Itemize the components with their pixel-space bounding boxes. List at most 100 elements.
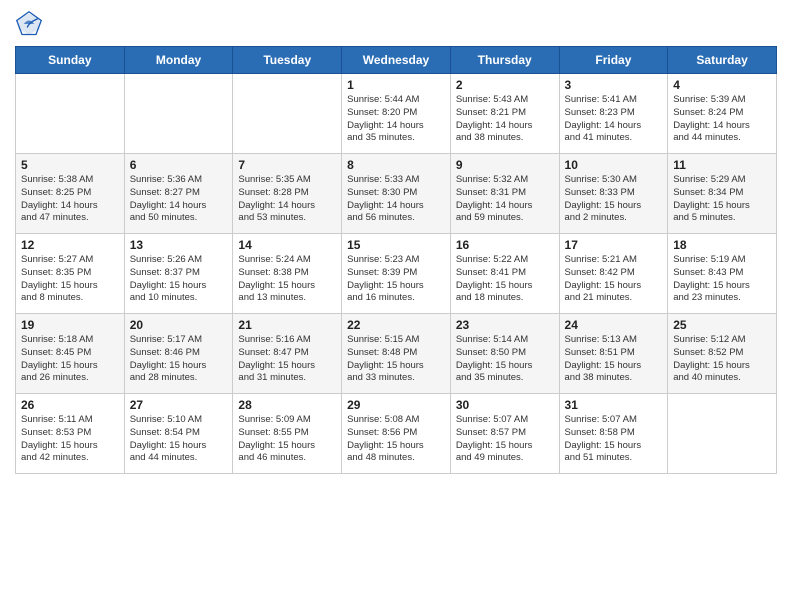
day-info: Sunrise: 5:08 AM Sunset: 8:56 PM Dayligh… — [347, 414, 445, 465]
day-number: 7 — [238, 158, 336, 172]
week-row-2: 5Sunrise: 5:38 AM Sunset: 8:25 PM Daylig… — [16, 154, 777, 234]
day-info: Sunrise: 5:13 AM Sunset: 8:51 PM Dayligh… — [565, 334, 663, 385]
day-number: 21 — [238, 318, 336, 332]
day-info: Sunrise: 5:11 AM Sunset: 8:53 PM Dayligh… — [21, 414, 119, 465]
calendar-cell: 8Sunrise: 5:33 AM Sunset: 8:30 PM Daylig… — [342, 154, 451, 234]
day-info: Sunrise: 5:30 AM Sunset: 8:33 PM Dayligh… — [565, 174, 663, 225]
calendar-cell: 6 Sunrise: 5:36 AM Sunset: 8:27 PM Daylig… — [124, 154, 233, 234]
day-number: 5 — [21, 158, 119, 172]
day-number: 26 — [21, 398, 119, 412]
calendar-cell: 31 Sunrise: 5:07 AM Sunset: 8:58 PM Dayli… — [559, 394, 668, 474]
day-number: 31 — [565, 398, 663, 412]
day-info: Sunrise: 5:36 AM Sunset: 8:27 PM Dayligh… — [130, 174, 228, 225]
calendar-cell: 22 Sunrise: 5:15 AM Sunset: 8:48 PM Dayli… — [342, 314, 451, 394]
day-number: 12 — [21, 238, 119, 252]
day-info: Sunrise: 5:09 AM Sunset: 8:55 PM Dayligh… — [238, 414, 336, 465]
day-info: Sunrise: 5:39 AM Sunset: 8:24 PM Dayligh… — [673, 94, 771, 145]
day-number: 20 — [130, 318, 228, 332]
day-info: Sunrise: 5:19 AM Sunset: 8:43 PM Dayligh… — [673, 254, 771, 305]
day-number: 23 — [456, 318, 554, 332]
day-number: 4 — [673, 78, 771, 92]
day-info: Sunrise: 5:35 AM Sunset: 8:28 PM Dayligh… — [238, 174, 336, 225]
calendar-cell: 9 Sunrise: 5:32 AM Sunset: 8:31 PM Daylig… — [450, 154, 559, 234]
day-number: 3 — [565, 78, 663, 92]
day-info: Sunrise: 5:41 AM Sunset: 8:23 PM Dayligh… — [565, 94, 663, 145]
day-number: 25 — [673, 318, 771, 332]
day-info: Sunrise: 5:07 AM Sunset: 8:57 PM Dayligh… — [456, 414, 554, 465]
calendar-cell: 10 Sunrise: 5:30 AM Sunset: 8:33 PM Dayli… — [559, 154, 668, 234]
calendar-cell: 24 Sunrise: 5:13 AM Sunset: 8:51 PM Dayli… — [559, 314, 668, 394]
calendar-cell: 28 Sunrise: 5:09 AM Sunset: 8:55 PM Dayli… — [233, 394, 342, 474]
day-info: Sunrise: 5:18 AM Sunset: 8:45 PM Dayligh… — [21, 334, 119, 385]
calendar-cell: 5Sunrise: 5:38 AM Sunset: 8:25 PM Daylig… — [16, 154, 125, 234]
day-number: 27 — [130, 398, 228, 412]
day-info: Sunrise: 5:07 AM Sunset: 8:58 PM Dayligh… — [565, 414, 663, 465]
calendar-cell — [16, 74, 125, 154]
day-info: Sunrise: 5:15 AM Sunset: 8:48 PM Dayligh… — [347, 334, 445, 385]
weekday-header-thursday: Thursday — [450, 47, 559, 74]
day-number: 10 — [565, 158, 663, 172]
calendar-cell: 29 Sunrise: 5:08 AM Sunset: 8:56 PM Dayli… — [342, 394, 451, 474]
page: SundayMondayTuesdayWednesdayThursdayFrid… — [0, 0, 792, 612]
calendar-cell: 3 Sunrise: 5:41 AM Sunset: 8:23 PM Daylig… — [559, 74, 668, 154]
day-info: Sunrise: 5:29 AM Sunset: 8:34 PM Dayligh… — [673, 174, 771, 225]
day-info: Sunrise: 5:23 AM Sunset: 8:39 PM Dayligh… — [347, 254, 445, 305]
calendar-cell: 4 Sunrise: 5:39 AM Sunset: 8:24 PM Daylig… — [668, 74, 777, 154]
weekday-header-friday: Friday — [559, 47, 668, 74]
logo-icon — [15, 10, 43, 38]
day-info: Sunrise: 5:14 AM Sunset: 8:50 PM Dayligh… — [456, 334, 554, 385]
calendar-cell: 19 Sunrise: 5:18 AM Sunset: 8:45 PM Dayli… — [16, 314, 125, 394]
calendar-cell — [124, 74, 233, 154]
weekday-header-sunday: Sunday — [16, 47, 125, 74]
weekday-header-tuesday: Tuesday — [233, 47, 342, 74]
calendar-cell — [668, 394, 777, 474]
day-number: 6 — [130, 158, 228, 172]
day-number: 13 — [130, 238, 228, 252]
day-number: 9 — [456, 158, 554, 172]
calendar-cell: 1 Sunrise: 5:44 AM Sunset: 8:20 PM Daylig… — [342, 74, 451, 154]
day-info: Sunrise: 5:43 AM Sunset: 8:21 PM Dayligh… — [456, 94, 554, 145]
day-number: 29 — [347, 398, 445, 412]
calendar-cell: 11Sunrise: 5:29 AM Sunset: 8:34 PM Dayli… — [668, 154, 777, 234]
calendar-cell — [233, 74, 342, 154]
day-info: Sunrise: 5:32 AM Sunset: 8:31 PM Dayligh… — [456, 174, 554, 225]
logo — [15, 10, 47, 38]
calendar-cell: 7 Sunrise: 5:35 AM Sunset: 8:28 PM Daylig… — [233, 154, 342, 234]
calendar-cell: 14 Sunrise: 5:24 AM Sunset: 8:38 PM Dayli… — [233, 234, 342, 314]
weekday-header-saturday: Saturday — [668, 47, 777, 74]
day-info: Sunrise: 5:24 AM Sunset: 8:38 PM Dayligh… — [238, 254, 336, 305]
calendar-cell: 25 Sunrise: 5:12 AM Sunset: 8:52 PM Dayli… — [668, 314, 777, 394]
day-number: 8 — [347, 158, 445, 172]
day-number: 15 — [347, 238, 445, 252]
day-info: Sunrise: 5:21 AM Sunset: 8:42 PM Dayligh… — [565, 254, 663, 305]
calendar-cell: 12Sunrise: 5:27 AM Sunset: 8:35 PM Dayli… — [16, 234, 125, 314]
calendar-cell: 30 Sunrise: 5:07 AM Sunset: 8:57 PM Dayli… — [450, 394, 559, 474]
calendar-cell: 27Sunrise: 5:10 AM Sunset: 8:54 PM Dayli… — [124, 394, 233, 474]
day-number: 30 — [456, 398, 554, 412]
day-number: 16 — [456, 238, 554, 252]
calendar-cell: 20 Sunrise: 5:17 AM Sunset: 8:46 PM Dayli… — [124, 314, 233, 394]
day-number: 19 — [21, 318, 119, 332]
day-number: 18 — [673, 238, 771, 252]
day-number: 17 — [565, 238, 663, 252]
day-info: Sunrise: 5:17 AM Sunset: 8:46 PM Dayligh… — [130, 334, 228, 385]
calendar-cell: 16 Sunrise: 5:22 AM Sunset: 8:41 PM Dayli… — [450, 234, 559, 314]
weekday-header-monday: Monday — [124, 47, 233, 74]
day-number: 28 — [238, 398, 336, 412]
day-number: 2 — [456, 78, 554, 92]
weekday-header-row: SundayMondayTuesdayWednesdayThursdayFrid… — [16, 47, 777, 74]
day-number: 24 — [565, 318, 663, 332]
calendar-cell: 23 Sunrise: 5:14 AM Sunset: 8:50 PM Dayli… — [450, 314, 559, 394]
calendar-cell: 26 Sunrise: 5:11 AM Sunset: 8:53 PM Dayli… — [16, 394, 125, 474]
day-number: 14 — [238, 238, 336, 252]
day-info: Sunrise: 5:12 AM Sunset: 8:52 PM Dayligh… — [673, 334, 771, 385]
calendar-cell: 21Sunrise: 5:16 AM Sunset: 8:47 PM Dayli… — [233, 314, 342, 394]
day-info: Sunrise: 5:26 AM Sunset: 8:37 PM Dayligh… — [130, 254, 228, 305]
day-info: Sunrise: 5:44 AM Sunset: 8:20 PM Dayligh… — [347, 94, 445, 145]
calendar-cell: 2 Sunrise: 5:43 AM Sunset: 8:21 PM Daylig… — [450, 74, 559, 154]
day-number: 22 — [347, 318, 445, 332]
day-number: 1 — [347, 78, 445, 92]
calendar-table: SundayMondayTuesdayWednesdayThursdayFrid… — [15, 46, 777, 474]
day-info: Sunrise: 5:22 AM Sunset: 8:41 PM Dayligh… — [456, 254, 554, 305]
header — [15, 10, 777, 38]
